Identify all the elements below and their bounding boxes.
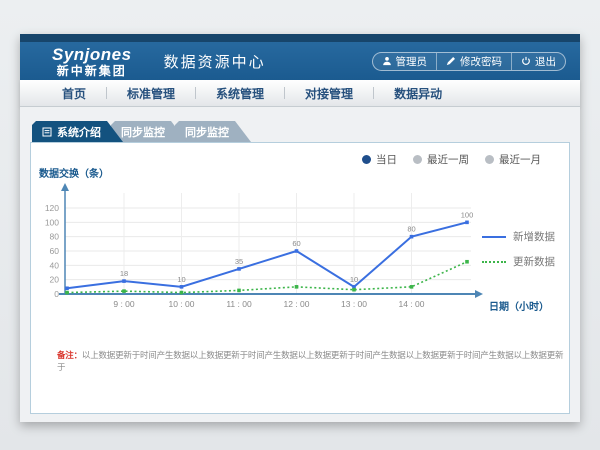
svg-text:20: 20 bbox=[50, 275, 60, 285]
svg-text:40: 40 bbox=[50, 260, 60, 270]
legend-item-update-data: 更新数据 bbox=[482, 254, 555, 269]
legend-label: 更新数据 bbox=[513, 254, 555, 269]
logo-text-en: Synjones bbox=[52, 46, 132, 63]
nav-item-standard-mgmt[interactable]: 标准管理 bbox=[107, 85, 195, 102]
svg-text:60: 60 bbox=[292, 239, 300, 248]
tab-sync-monitor-1[interactable]: 同步监控 bbox=[111, 121, 187, 142]
change-password-label: 修改密码 bbox=[460, 54, 502, 69]
nav-item-system-mgmt[interactable]: 系统管理 bbox=[196, 85, 284, 102]
legend-item-new-data: 新增数据 bbox=[482, 229, 555, 244]
company-logo: Synjones 新中新集团 bbox=[52, 46, 132, 77]
edit-icon bbox=[446, 56, 456, 66]
chart-legend: 新增数据 更新数据 bbox=[482, 229, 555, 269]
tab-system-intro[interactable]: 系统介绍 bbox=[32, 121, 123, 142]
tab-label: 同步监控 bbox=[121, 124, 165, 140]
svg-text:12 : 00: 12 : 00 bbox=[284, 299, 310, 309]
legend-line-solid-icon bbox=[482, 236, 506, 238]
svg-text:10 : 00: 10 : 00 bbox=[169, 299, 195, 309]
user-button[interactable]: 管理员 bbox=[373, 53, 437, 70]
user-icon bbox=[382, 56, 392, 66]
user-menu: 管理员 修改密码 退出 bbox=[372, 52, 567, 71]
svg-text:14 : 00: 14 : 00 bbox=[399, 299, 425, 309]
svg-text:9 : 00: 9 : 00 bbox=[113, 299, 135, 309]
svg-text:100: 100 bbox=[45, 217, 59, 227]
change-password-button[interactable]: 修改密码 bbox=[436, 53, 511, 70]
svg-text:120: 120 bbox=[45, 203, 59, 213]
svg-text:18: 18 bbox=[120, 269, 128, 278]
svg-text:35: 35 bbox=[235, 257, 243, 266]
desktop-background: Synjones 新中新集团 数据资源中心 管理员 修改密码 bbox=[0, 0, 600, 450]
footnote: 备注：以上数据更新于时间产生数据以上数据更新于时间产生数据以上数据更新于时间产生… bbox=[57, 349, 569, 373]
svg-text:10: 10 bbox=[177, 275, 185, 284]
svg-text:100: 100 bbox=[461, 210, 474, 219]
tab-label: 同步监控 bbox=[185, 124, 229, 140]
power-icon bbox=[521, 56, 531, 66]
legend-label: 新增数据 bbox=[513, 229, 555, 244]
svg-text:11 : 00: 11 : 00 bbox=[226, 299, 252, 309]
user-label: 管理员 bbox=[396, 54, 428, 69]
footnote-label: 备注： bbox=[57, 350, 82, 360]
svg-text:13 : 00: 13 : 00 bbox=[341, 299, 367, 309]
svg-text:0: 0 bbox=[54, 289, 59, 299]
logo-text-cn: 新中新集团 bbox=[52, 65, 132, 77]
svg-text:10: 10 bbox=[350, 275, 358, 284]
logout-label: 退出 bbox=[535, 54, 556, 69]
legend-line-dotted-icon bbox=[482, 261, 506, 263]
svg-text:日期（小时）: 日期（小时） bbox=[489, 300, 549, 313]
window-top-strip bbox=[20, 34, 580, 42]
content-panel: 当日 最近一周 最近一月 0204060801001209 : 0010 : 0… bbox=[30, 142, 570, 414]
app-window: Synjones 新中新集团 数据资源中心 管理员 修改密码 bbox=[20, 34, 580, 422]
nav-item-home[interactable]: 首页 bbox=[42, 85, 106, 102]
document-icon bbox=[42, 127, 52, 137]
nav-item-data-change[interactable]: 数据异动 bbox=[374, 85, 462, 102]
svg-text:60: 60 bbox=[50, 246, 60, 256]
svg-text:80: 80 bbox=[407, 225, 415, 234]
page-title: 数据资源中心 bbox=[150, 51, 266, 72]
tab-sync-monitor-2[interactable]: 同步监控 bbox=[175, 121, 251, 142]
nav-item-interface-mgmt[interactable]: 对接管理 bbox=[285, 85, 373, 102]
tab-bar: 系统介绍 同步监控 同步监控 bbox=[32, 121, 570, 142]
svg-text:80: 80 bbox=[50, 232, 60, 242]
svg-text:数据交换（条）: 数据交换（条） bbox=[39, 167, 109, 180]
logout-button[interactable]: 退出 bbox=[511, 53, 565, 70]
tab-label: 系统介绍 bbox=[57, 124, 101, 140]
content-area: 系统介绍 同步监控 同步监控 当日 最近一周 bbox=[20, 107, 580, 422]
main-nav: 首页 标准管理 系统管理 对接管理 数据异动 bbox=[20, 80, 580, 107]
app-header: Synjones 新中新集团 数据资源中心 管理员 修改密码 bbox=[20, 42, 580, 80]
footnote-text: 以上数据更新于时间产生数据以上数据更新于时间产生数据以上数据更新于时间产生数据以… bbox=[57, 350, 563, 372]
